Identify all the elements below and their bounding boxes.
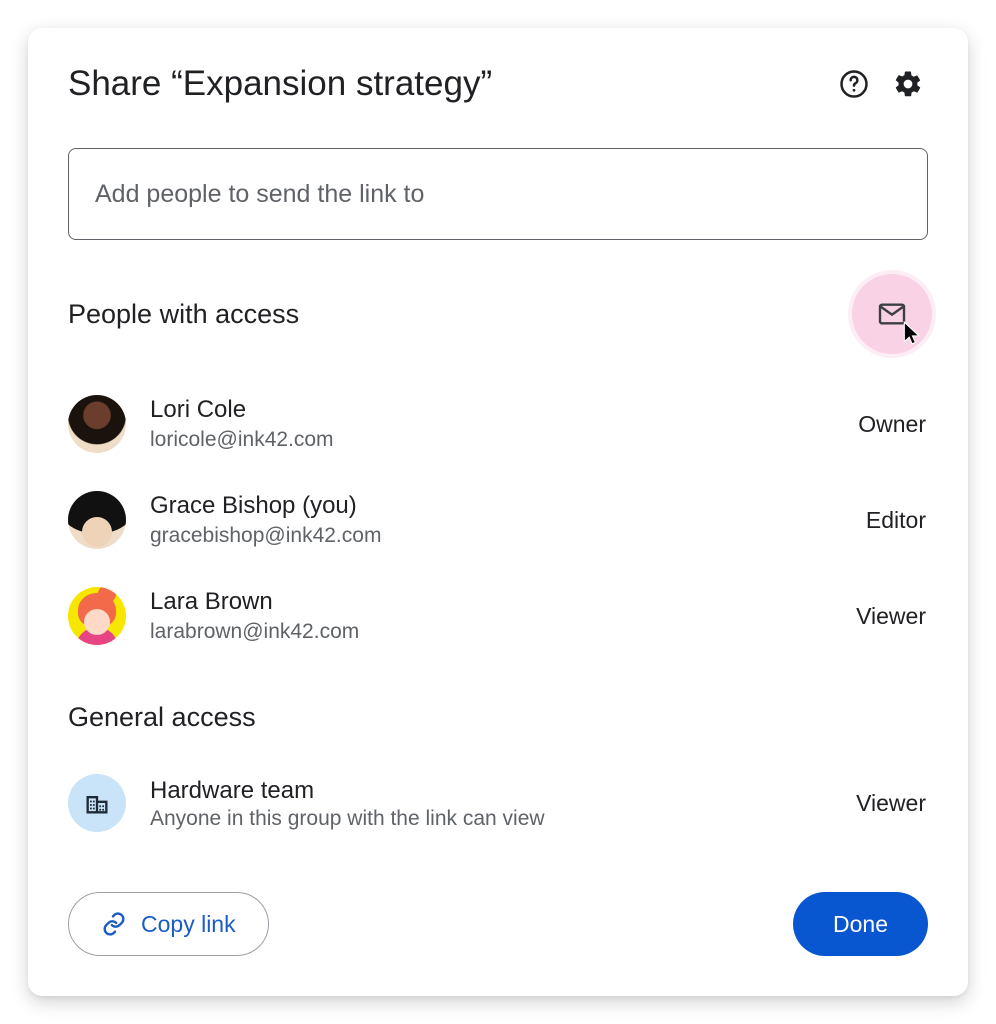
general-access-row[interactable]: Hardware team Anyone in this group with … — [68, 755, 928, 851]
done-label: Done — [833, 911, 888, 937]
settings-button[interactable] — [888, 64, 928, 104]
group-avatar — [68, 774, 126, 832]
dialog-footer: Copy link Done — [68, 892, 928, 956]
person-row[interactable]: Lara Brown larabrown@ink42.com Viewer — [68, 568, 928, 664]
person-email: loricole@ink42.com — [150, 426, 858, 454]
person-text: Lara Brown larabrown@ink42.com — [150, 586, 856, 647]
people-access-header: People with access — [68, 274, 928, 354]
person-role[interactable]: Owner — [858, 411, 928, 438]
avatar — [68, 395, 126, 453]
person-role[interactable]: Editor — [866, 507, 928, 534]
person-text: Lori Cole loricole@ink42.com — [150, 394, 858, 455]
person-name: Lara Brown — [150, 586, 856, 617]
help-button[interactable] — [834, 64, 874, 104]
dialog-header: Share “Expansion strategy” — [68, 64, 928, 104]
building-icon — [83, 789, 111, 817]
avatar — [68, 587, 126, 645]
general-access-heading: General access — [68, 702, 928, 733]
person-email: gracebishop@ink42.com — [150, 522, 866, 550]
general-name: Hardware team — [150, 775, 856, 806]
dialog-title: Share “Expansion strategy” — [68, 64, 820, 104]
help-icon — [839, 69, 869, 99]
add-people-input[interactable] — [93, 179, 903, 210]
link-icon — [101, 911, 127, 937]
avatar — [68, 491, 126, 549]
email-people-button[interactable] — [852, 274, 932, 354]
person-name: Grace Bishop (you) — [150, 490, 866, 521]
gear-icon — [893, 69, 923, 99]
done-button[interactable]: Done — [793, 892, 928, 956]
person-name: Lori Cole — [150, 394, 858, 425]
general-text: Hardware team Anyone in this group with … — [150, 775, 856, 831]
copy-link-label: Copy link — [141, 911, 236, 938]
person-role[interactable]: Viewer — [856, 603, 928, 630]
person-row[interactable]: Lori Cole loricole@ink42.com Owner — [68, 376, 928, 472]
cursor-icon — [902, 320, 924, 346]
share-dialog: Share “Expansion strategy” People with a… — [28, 28, 968, 996]
person-row[interactable]: Grace Bishop (you) gracebishop@ink42.com… — [68, 472, 928, 568]
copy-link-button[interactable]: Copy link — [68, 892, 269, 956]
add-people-field-wrapper[interactable] — [68, 148, 928, 240]
general-description: Anyone in this group with the link can v… — [150, 807, 856, 831]
people-access-heading: People with access — [68, 299, 852, 330]
person-text: Grace Bishop (you) gracebishop@ink42.com — [150, 490, 866, 551]
person-email: larabrown@ink42.com — [150, 618, 856, 646]
general-access-section: General access Hardware team Anyone in t… — [68, 702, 928, 851]
general-role[interactable]: Viewer — [856, 790, 928, 817]
